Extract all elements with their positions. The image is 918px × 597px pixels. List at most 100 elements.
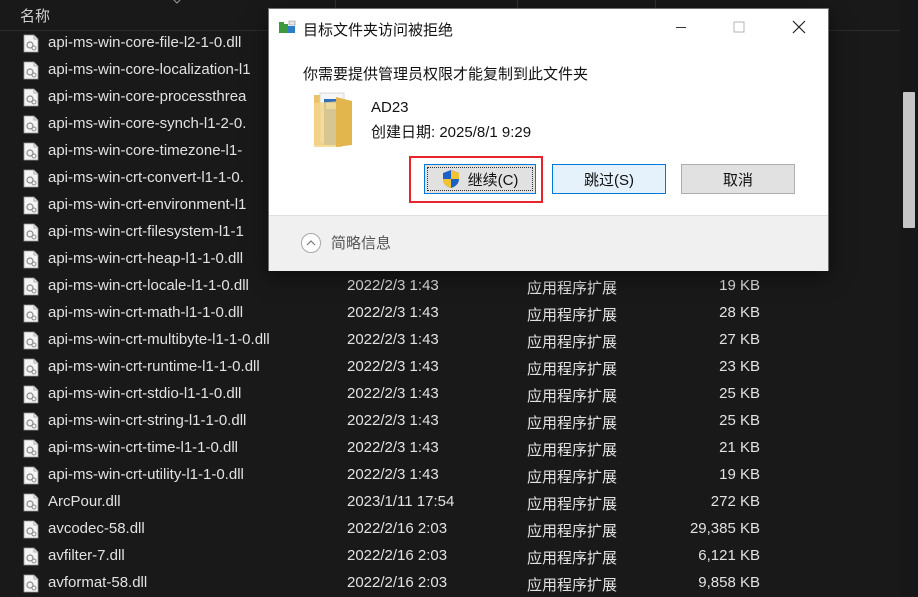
- file-date: 2022/2/3 1:43: [347, 331, 439, 348]
- file-row[interactable]: api-ms-win-crt-locale-l1-1-0.dll 2022/2/3…: [0, 273, 900, 300]
- file-name: avcodec-58.dll: [48, 520, 145, 537]
- file-date: 2022/2/16 2:03: [347, 574, 448, 591]
- file-name: api-ms-win-crt-heap-l1-1-0.dll: [48, 250, 244, 267]
- file-size: 6,121 KB: [698, 547, 760, 564]
- skip-button-label: 跳过(S): [584, 171, 634, 189]
- dll-file-icon: [23, 196, 39, 215]
- dll-file-icon: [23, 34, 39, 53]
- file-size: 29,385 KB: [689, 520, 760, 537]
- file-name: avformat-58.dll: [48, 574, 148, 591]
- file-row[interactable]: api-ms-win-crt-math-l1-1-0.dll 2022/2/3 1…: [0, 300, 900, 327]
- file-row[interactable]: avcodec-58.dll 2022/2/16 2:03 应用程序扩展 29,385…: [0, 516, 900, 543]
- cancel-button[interactable]: 取消: [681, 164, 795, 194]
- file-name: api-ms-win-crt-runtime-l1-1-0.dll: [48, 358, 260, 375]
- dialog-titlebar[interactable]: 目标文件夹访问被拒绝: [269, 9, 828, 47]
- file-name: ArcPour.dll: [48, 493, 121, 510]
- file-size: 25 KB: [719, 412, 760, 429]
- file-row[interactable]: api-ms-win-crt-multibyte-l1-1-0.dll 2022/…: [0, 327, 900, 354]
- vertical-scrollbar[interactable]: [900, 0, 918, 596]
- access-denied-dialog: 目标文件夹访问被拒绝 你需要提供管理员权限才能复制到此文件夹 AD23 创建日期…: [269, 9, 828, 271]
- scrollbar-thumb[interactable]: [903, 92, 915, 228]
- file-row[interactable]: api-ms-win-crt-runtime-l1-1-0.dll 2022/2/…: [0, 354, 900, 381]
- dialog-message: 你需要提供管理员权限才能复制到此文件夹: [303, 66, 589, 83]
- file-name: api-ms-win-core-localization-l1: [48, 61, 251, 78]
- dll-file-icon: [23, 412, 39, 431]
- file-row[interactable]: avformat-58.dll 2022/2/16 2:03 应用程序扩展 9,858…: [0, 570, 900, 597]
- dll-file-icon: [23, 520, 39, 539]
- file-size: 19 KB: [719, 277, 760, 294]
- folder-icon: [314, 92, 352, 147]
- file-size: 27 KB: [719, 331, 760, 348]
- dialog-title: 目标文件夹访问被拒绝: [303, 22, 454, 39]
- file-date: 2022/2/3 1:43: [347, 466, 439, 483]
- file-name: api-ms-win-core-synch-l1-2-0.: [48, 115, 247, 132]
- cancel-button-label: 取消: [722, 171, 753, 189]
- dll-file-icon: [23, 115, 39, 134]
- dll-file-icon: [23, 304, 39, 323]
- file-name: api-ms-win-crt-filesystem-l1-1: [48, 223, 244, 240]
- file-date: 2022/2/3 1:43: [347, 304, 439, 321]
- file-date: 2022/2/16 2:03: [347, 547, 448, 564]
- file-date: 2022/2/3 1:43: [347, 439, 439, 456]
- dll-file-icon: [23, 142, 39, 161]
- file-name: api-ms-win-core-processthrea: [48, 88, 247, 105]
- column-header-name[interactable]: 名称: [20, 5, 50, 26]
- file-name: api-ms-win-crt-math-l1-1-0.dll: [48, 304, 244, 321]
- dll-file-icon: [23, 466, 39, 485]
- file-size: 28 KB: [719, 304, 760, 321]
- minimize-button[interactable]: [652, 9, 710, 45]
- file-row[interactable]: avfilter-7.dll 2022/2/16 2:03 应用程序扩展 6,121 …: [0, 543, 900, 570]
- file-row[interactable]: api-ms-win-crt-utility-l1-1-0.dll 2022/2/…: [0, 462, 900, 489]
- dll-file-icon: [23, 61, 39, 80]
- dll-file-icon: [23, 331, 39, 350]
- chevron-up-icon: [306, 239, 316, 245]
- file-name: api-ms-win-crt-utility-l1-1-0.dll: [48, 466, 244, 483]
- dll-file-icon: [23, 574, 39, 593]
- file-row[interactable]: api-ms-win-crt-stdio-l1-1-0.dll 2022/2/3 …: [0, 381, 900, 408]
- file-name: api-ms-win-crt-stdio-l1-1-0.dll: [48, 385, 242, 402]
- file-date: 2022/2/3 1:43: [347, 358, 439, 375]
- file-size: 9,858 KB: [698, 574, 760, 591]
- file-size: 25 KB: [719, 385, 760, 402]
- file-name: api-ms-win-crt-time-l1-1-0.dll: [48, 439, 239, 456]
- folder-access-icon: [279, 20, 296, 33]
- dll-file-icon: [23, 250, 39, 269]
- dll-file-icon: [23, 88, 39, 107]
- file-date: 2022/2/3 1:43: [347, 277, 439, 294]
- file-date: 2022/2/16 2:03: [347, 520, 448, 537]
- dll-file-icon: [23, 223, 39, 242]
- file-name: api-ms-win-crt-convert-l1-1-0.: [48, 169, 244, 186]
- file-name: avfilter-7.dll: [48, 547, 125, 564]
- skip-button[interactable]: 跳过(S): [552, 164, 666, 194]
- dll-file-icon: [23, 169, 39, 188]
- file-name: api-ms-win-crt-multibyte-l1-1-0.dll: [48, 331, 270, 348]
- dialog-footer: 简略信息: [269, 215, 828, 271]
- file-row[interactable]: api-ms-win-crt-string-l1-1-0.dll 2022/2/3…: [0, 408, 900, 435]
- file-size: 272 KB: [710, 493, 760, 510]
- file-row[interactable]: ArcPour.dll 2023/1/11 17:54 应用程序扩展 272 KB: [0, 489, 900, 516]
- file-size: 23 KB: [719, 358, 760, 375]
- close-button[interactable]: [770, 9, 828, 45]
- dll-file-icon: [23, 385, 39, 404]
- file-name: api-ms-win-crt-locale-l1-1-0.dll: [48, 277, 249, 294]
- maximize-button: [710, 9, 768, 45]
- dll-file-icon: [23, 439, 39, 458]
- file-date: 2022/2/3 1:43: [347, 412, 439, 429]
- file-row[interactable]: api-ms-win-crt-time-l1-1-0.dll 2022/2/3 1…: [0, 435, 900, 462]
- file-name: api-ms-win-core-timezone-l1-: [48, 142, 243, 159]
- maximize-icon: [733, 21, 745, 33]
- sort-chevron-icon: [173, 0, 181, 4]
- dll-file-icon: [23, 547, 39, 566]
- file-name: api-ms-win-crt-environment-l1: [48, 196, 247, 213]
- file-date: 2022/2/3 1:43: [347, 385, 439, 402]
- dll-file-icon: [23, 493, 39, 512]
- dll-file-icon: [23, 277, 39, 296]
- minimize-icon: [676, 27, 686, 28]
- details-toggle[interactable]: 简略信息: [301, 232, 391, 253]
- item-name: AD23: [371, 99, 409, 116]
- file-name: api-ms-win-crt-string-l1-1-0.dll: [48, 412, 247, 429]
- dll-file-icon: [23, 358, 39, 377]
- details-toggle-circle: [301, 232, 321, 253]
- highlight-annotation-box: [409, 156, 543, 203]
- file-size: 21 KB: [719, 439, 760, 456]
